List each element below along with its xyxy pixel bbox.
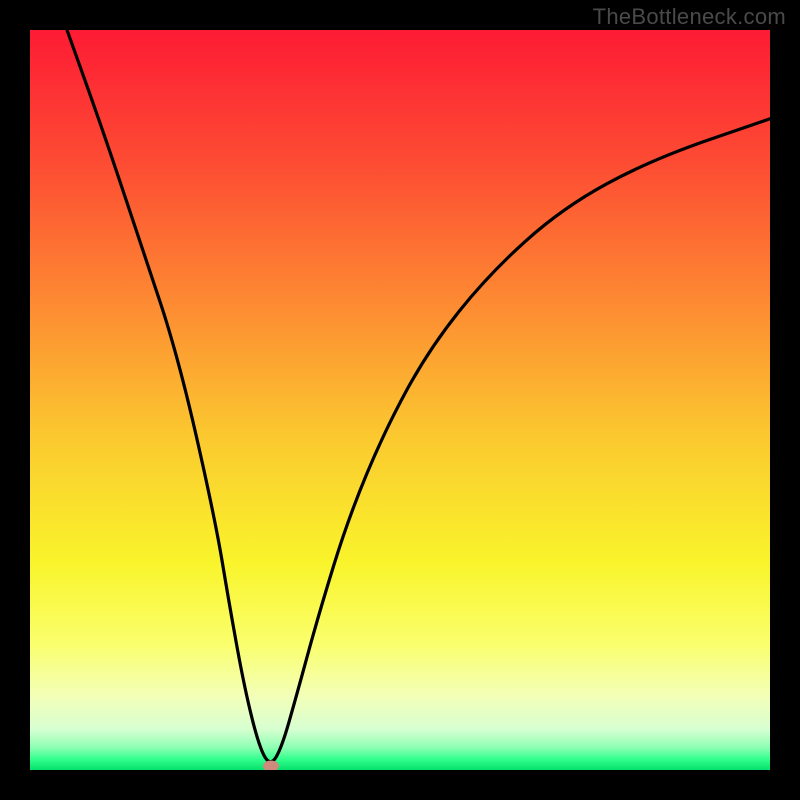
bottleneck-curve: [30, 30, 770, 770]
plot-area: [30, 30, 770, 770]
watermark-text: TheBottleneck.com: [593, 4, 786, 30]
chart-frame: TheBottleneck.com: [0, 0, 800, 800]
optimal-point-marker: [263, 761, 279, 770]
